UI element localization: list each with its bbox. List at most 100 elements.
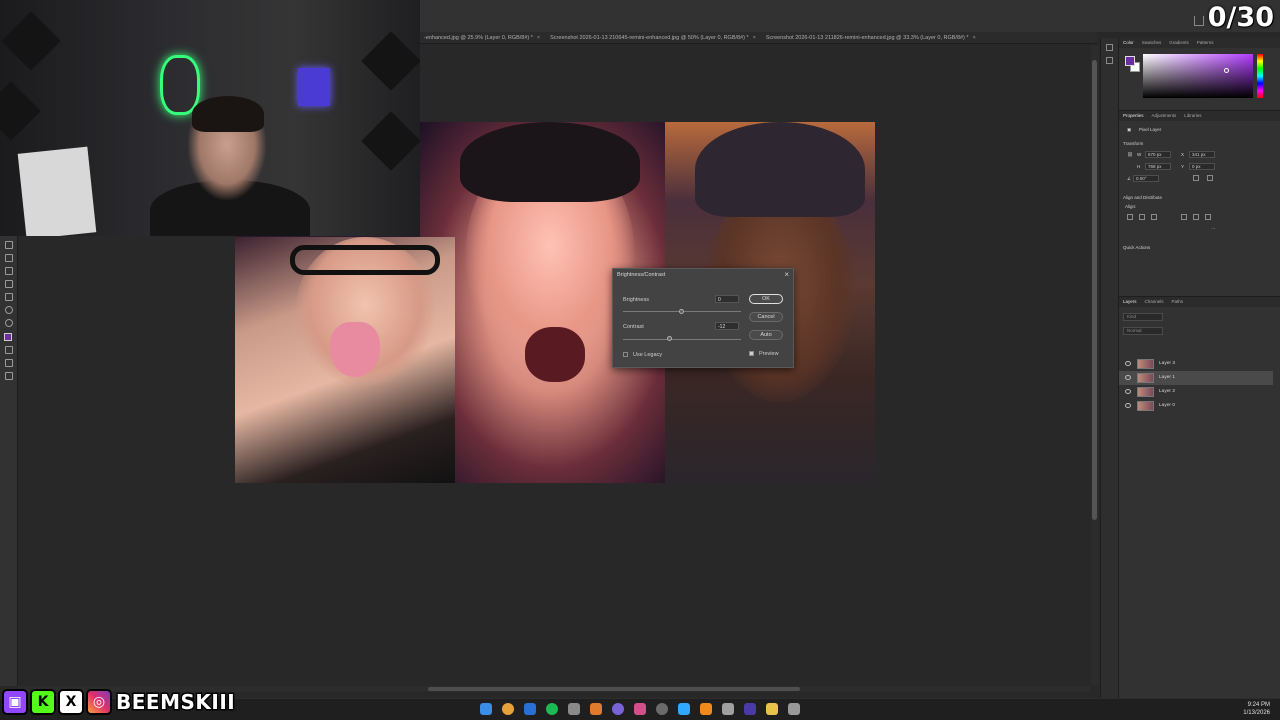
visibility-eye-icon[interactable] — [1125, 361, 1131, 366]
width-field[interactable]: 670 px — [1145, 151, 1171, 158]
quick-mask-icon[interactable] — [4, 346, 13, 354]
link-icon[interactable]: ⛓ — [1127, 152, 1133, 158]
quick-actions-header[interactable]: Quick Actions — [1123, 245, 1150, 250]
foam-panel — [361, 31, 420, 91]
contrast-slider-track[interactable] — [623, 339, 741, 340]
flip-vertical-icon[interactable] — [1207, 175, 1213, 181]
color-picker-field[interactable] — [1143, 54, 1253, 98]
folder-icon[interactable] — [766, 703, 778, 715]
layers-panel-tabs: Layers Channels Paths — [1119, 297, 1280, 307]
y-field[interactable]: 0 px — [1189, 163, 1215, 170]
align-section-header[interactable]: Align and Distribute — [1123, 195, 1162, 200]
more-options-icon[interactable]: … — [1211, 225, 1216, 230]
visibility-eye-icon[interactable] — [1125, 375, 1131, 380]
use-legacy-checkbox[interactable] — [623, 352, 628, 357]
blend-mode-select[interactable]: Normal — [1123, 327, 1163, 335]
tab-channels[interactable]: Channels — [1145, 299, 1164, 307]
tab-adjustments[interactable]: Adjustments — [1152, 113, 1177, 121]
type-tool-icon[interactable] — [4, 267, 13, 275]
transform-section-header[interactable]: Transform — [1123, 141, 1143, 146]
photoshop-icon[interactable] — [678, 703, 690, 715]
close-icon[interactable]: × — [753, 35, 756, 43]
align-middle-icon[interactable] — [1193, 214, 1199, 220]
align-bottom-icon[interactable] — [1205, 214, 1211, 220]
ok-button[interactable]: OK — [749, 294, 783, 304]
visibility-eye-icon[interactable] — [1125, 403, 1131, 408]
comment-icon[interactable] — [1106, 57, 1113, 64]
tab-properties[interactable]: Properties — [1123, 113, 1144, 121]
close-icon[interactable]: × — [784, 270, 789, 279]
app-icon[interactable] — [590, 703, 602, 715]
close-icon[interactable]: × — [973, 35, 976, 43]
hue-slider[interactable] — [1257, 54, 1263, 98]
tab-swatches[interactable]: Swatches — [1142, 40, 1162, 48]
app-icon[interactable] — [634, 703, 646, 715]
history-icon[interactable] — [1106, 44, 1113, 51]
rectangle-tool-icon[interactable] — [4, 293, 13, 301]
preview-checkbox[interactable] — [749, 351, 754, 356]
auto-button[interactable]: Auto — [749, 330, 783, 340]
layer-row[interactable]: Layer 2 — [1119, 385, 1273, 399]
visibility-eye-icon[interactable] — [1125, 389, 1131, 394]
brightness-input[interactable]: 0 — [715, 295, 739, 303]
flip-horizontal-icon[interactable] — [1193, 175, 1199, 181]
align-center-icon[interactable] — [1139, 214, 1145, 220]
path-select-icon[interactable] — [4, 280, 13, 288]
spotify-icon[interactable] — [546, 703, 558, 715]
twitch-icon: ▣ — [2, 689, 28, 715]
system-clock[interactable]: 9:24 PM 1/13/2026 — [1243, 701, 1270, 717]
pen-tool-icon[interactable] — [4, 254, 13, 262]
align-right-icon[interactable] — [1151, 214, 1157, 220]
move-tool-icon[interactable] — [4, 241, 13, 249]
share-icon[interactable] — [1194, 16, 1204, 26]
close-icon[interactable]: × — [537, 35, 540, 43]
layer-filter-input[interactable]: Kind — [1123, 313, 1163, 321]
vertical-scroll-thumb[interactable] — [1092, 60, 1097, 520]
social-handles-overlay: ▣ K X ◎ BEEMSKIII — [2, 686, 236, 718]
tab-gradients[interactable]: Gradients — [1169, 40, 1189, 48]
vlc-icon[interactable] — [700, 703, 712, 715]
premiere-icon[interactable] — [744, 703, 756, 715]
app-icon[interactable] — [722, 703, 734, 715]
layer-row[interactable]: Layer 0 — [1119, 399, 1273, 413]
contrast-slider-thumb[interactable] — [667, 336, 672, 341]
properties-panel: Properties Adjustments Libraries ▣ Pixel… — [1119, 110, 1280, 290]
hand-tool-icon[interactable] — [4, 306, 13, 314]
layer-row[interactable]: Layer 1 — [1119, 371, 1273, 385]
start-icon[interactable] — [480, 703, 492, 715]
app-icon[interactable] — [656, 703, 668, 715]
chrome-icon[interactable] — [502, 703, 514, 715]
layer-thumbnail — [1137, 373, 1154, 383]
document-tab[interactable]: -enhanced.jpg @ 25.9% (Layer 0, RGB/8#) … — [420, 32, 546, 43]
tab-layers[interactable]: Layers — [1123, 299, 1137, 307]
zoom-tool-icon[interactable] — [4, 319, 13, 327]
horizontal-scroll-thumb[interactable] — [428, 687, 800, 691]
document-tab[interactable]: Screenshot 2026-01-13 211826-remini-enha… — [762, 32, 982, 43]
screen-mode-icon[interactable] — [4, 359, 13, 367]
align-top-icon[interactable] — [1181, 214, 1187, 220]
brightness-slider-thumb[interactable] — [679, 309, 684, 314]
tab-paths[interactable]: Paths — [1172, 299, 1184, 307]
x-icon[interactable] — [524, 703, 536, 715]
edit-toolbar-icon[interactable] — [4, 372, 13, 380]
layer-type-label: Pixel Layer — [1139, 127, 1162, 132]
app-icon[interactable] — [788, 703, 800, 715]
app-icon[interactable] — [612, 703, 624, 715]
foreground-color-swatch[interactable] — [4, 333, 12, 341]
tab-color[interactable]: Color — [1123, 40, 1134, 48]
tab-patterns[interactable]: Patterns — [1197, 40, 1214, 48]
brightness-label: Brightness — [623, 297, 649, 303]
document-tab[interactable]: Screenshot 2026-01-13 210645-remini-enha… — [546, 32, 762, 43]
height-field[interactable]: 768 px — [1145, 163, 1171, 170]
color-picker-handle[interactable] — [1224, 68, 1229, 73]
align-left-icon[interactable] — [1127, 214, 1133, 220]
contrast-input[interactable]: -12 — [715, 322, 739, 330]
app-icon[interactable] — [568, 703, 580, 715]
foreground-color-swatch[interactable] — [1125, 56, 1135, 66]
tab-libraries[interactable]: Libraries — [1184, 113, 1201, 121]
x-field[interactable]: 341 px — [1189, 151, 1215, 158]
angle-field[interactable]: 0.00° — [1133, 175, 1159, 182]
document-tab-label: -enhanced.jpg @ 25.9% (Layer 0, RGB/8#) … — [424, 35, 533, 41]
cancel-button[interactable]: Cancel — [749, 312, 783, 322]
layer-row[interactable]: Layer 3 — [1119, 357, 1273, 371]
